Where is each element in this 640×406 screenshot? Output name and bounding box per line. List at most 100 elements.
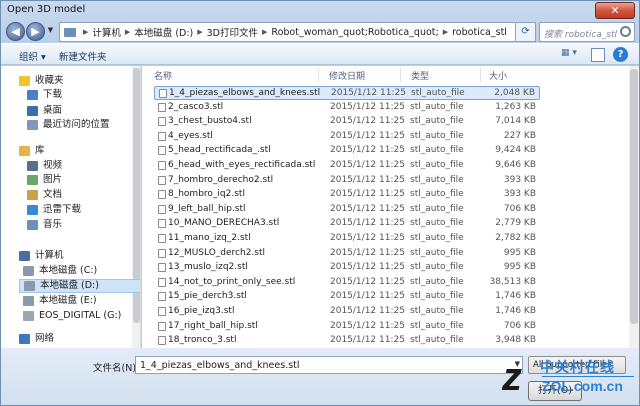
nav-item[interactable]: 下载 (27, 88, 62, 102)
breadcrumb-item[interactable]: robotica_stl (452, 27, 507, 38)
breadcrumb-separator-icon[interactable]: ▶ (125, 28, 130, 36)
logo-english-text: ZOL.com.cn (542, 378, 623, 394)
new-folder-button[interactable]: 新建文件夹 (59, 49, 107, 63)
download-folder-icon (27, 90, 38, 100)
file-name: 11_mano_izq_2.stl (168, 233, 251, 243)
nav-item[interactable]: 库 (19, 144, 45, 158)
breadcrumb-separator-icon[interactable]: ▶ (197, 28, 202, 36)
nav-item-label: 图片 (43, 174, 63, 185)
nav-item[interactable]: 音乐 (27, 218, 62, 232)
column-header-type[interactable]: 类型 (411, 69, 429, 82)
file-date: 2015/1/12 11:25 (330, 101, 405, 112)
file-row[interactable]: 6_head_with_eyes_rectificada.stl 2015/1/1… (154, 159, 540, 173)
nav-item[interactable]: 视频 (27, 159, 62, 173)
file-row[interactable]: 16_pie_izq3.stl 2015/1/12 11:25 stl_auto_f… (154, 305, 540, 319)
file-name: 7_hombro_derecho2.stl (168, 174, 274, 185)
stl-file-icon (158, 248, 166, 258)
nav-item[interactable]: 收藏夹 (19, 74, 64, 88)
file-row[interactable]: 18_tronco_3.stl 2015/1/12 11:25 stl_auto_f… (154, 334, 540, 348)
file-size: 7,014 KB (495, 116, 536, 127)
nav-item-label: 下载 (43, 89, 63, 100)
column-divider[interactable] (400, 68, 401, 82)
file-row[interactable]: 3_chest_busto4.stl 2015/1/12 11:25 stl_aut… (154, 115, 540, 129)
file-name: 16_pie_izq3.stl (168, 306, 235, 316)
nav-item[interactable]: 本地磁盘 (D:) (19, 279, 140, 293)
nav-item[interactable]: 本地磁盘 (E:) (23, 294, 97, 308)
nav-item[interactable]: 桌面 (27, 104, 62, 118)
refresh-icon[interactable]: ⟳ (516, 22, 536, 42)
disk-icon (23, 296, 34, 306)
file-size: 393 KB (503, 189, 536, 200)
file-row[interactable]: 8_hombro_iq2.stl 2015/1/12 11:25 stl_auto_… (154, 188, 540, 202)
file-row[interactable]: 15_pie_derch3.stl 2015/1/12 11:25 stl_auto… (154, 290, 540, 304)
file-date: 2015/1/12 11:25 (330, 174, 405, 185)
column-divider[interactable] (480, 68, 481, 82)
stl-file-icon (158, 102, 166, 112)
file-row[interactable]: 7_hombro_derecho2.stl 2015/1/12 11:25 stl_… (154, 174, 540, 188)
file-row[interactable]: 17_right_ball_hip.stl 2015/1/12 11:25 stl_… (154, 320, 540, 334)
file-row[interactable]: 2_casco3.stl 2015/1/12 11:25 stl_auto_file… (154, 101, 540, 115)
breadcrumb-item[interactable]: Robot_woman_quot;Robotica_quot; (271, 27, 438, 38)
column-header-date[interactable]: 修改日期 (329, 69, 365, 82)
file-row[interactable]: 4_eyes.stl 2015/1/12 11:25 stl_auto_file 22… (154, 130, 540, 144)
file-type: stl_auto_file (410, 145, 464, 156)
navigation-pane: 收藏夹 下载 桌面 最近访问的位置库视频 图片 文档 迅雷下载 音乐 计算机 本地磁盘 (C:) 本… (1, 66, 141, 348)
file-size: 995 KB (503, 247, 536, 258)
nav-item[interactable]: 最近访问的位置 (27, 118, 110, 132)
file-row[interactable]: 9_left_ball_hip.stl 2015/1/12 11:25 stl_au… (154, 203, 540, 217)
nav-item[interactable]: EOS_DIGITAL (G:) (23, 309, 121, 323)
breadcrumb-item[interactable]: 计算机 (92, 25, 121, 39)
nav-item-label: 文档 (43, 189, 63, 200)
title-bar[interactable]: Open 3D model ✕ (1, 1, 639, 21)
preview-pane-icon[interactable] (591, 48, 605, 62)
stl-file-icon (158, 263, 166, 273)
list-scroll-thumb[interactable] (630, 69, 638, 324)
change-view-icon[interactable]: ▦ ▾ (561, 48, 585, 62)
file-date: 2015/1/12 11:25 (330, 130, 405, 141)
file-row[interactable]: 14_not_to_print_only_see.stl 2015/1/12 11… (154, 276, 540, 290)
file-row[interactable]: 5_head_rectificada_.stl 2015/1/12 11:25 st… (154, 144, 540, 158)
file-row[interactable]: 13_muslo_izq2.stl 2015/1/12 11:25 stl_auto… (154, 261, 540, 275)
search-input[interactable]: 搜索 robotica_stl (539, 22, 635, 42)
nav-item[interactable]: 本地磁盘 (C:) (23, 264, 97, 278)
file-row[interactable]: 11_mano_izq_2.stl 2015/1/12 11:25 stl_auto… (154, 232, 540, 246)
file-row[interactable]: 12_MUSLO_derch2.stl 2015/1/12 11:25 stl_au… (154, 247, 540, 261)
file-name: 12_MUSLO_derch2.stl (168, 247, 266, 258)
nav-item[interactable]: 网络 (19, 332, 54, 346)
filename-value: 1_4_piezas_elbows_and_knees.stl (140, 360, 300, 371)
disk-icon (23, 266, 34, 276)
breadcrumb-separator-icon[interactable]: ▶ (443, 28, 448, 36)
history-dropdown-icon[interactable]: ▼ (46, 26, 55, 36)
column-header-size[interactable]: 大小 (489, 69, 507, 82)
nav-item[interactable]: 计算机 (19, 249, 64, 263)
organize-button[interactable]: 组织 ▾ (19, 49, 46, 63)
file-type: stl_auto_file (410, 233, 464, 243)
list-scrollbar[interactable] (629, 66, 639, 348)
nav-item[interactable]: 迅雷下载 (27, 203, 81, 217)
nav-scrollbar[interactable] (132, 66, 140, 348)
help-button[interactable]: ? (613, 47, 628, 62)
close-button[interactable]: ✕ (595, 2, 635, 19)
breadcrumb-separator-icon[interactable]: ▶ (262, 28, 267, 36)
address-bar[interactable]: ▶ 计算机 ▶ 本地磁盘 (D:) ▶ 3D打印文件 ▶ Robot_woman_quot;R… (59, 22, 516, 42)
column-header-name[interactable]: 名称 (154, 69, 172, 82)
breadcrumb-separator-icon[interactable]: ▶ (83, 28, 88, 36)
file-date: 2015/1/12 11:25 (330, 203, 405, 214)
file-size: 227 KB (503, 130, 536, 141)
file-type: stl_auto_file (410, 291, 464, 302)
forward-button[interactable]: ▶ (26, 22, 45, 41)
nav-item[interactable]: 图片 (27, 173, 62, 187)
file-name: 5_head_rectificada_.stl (168, 145, 271, 156)
back-button[interactable]: ◀ (6, 22, 25, 41)
breadcrumb-item[interactable]: 3D打印文件 (207, 25, 258, 39)
column-divider[interactable] (318, 68, 319, 82)
breadcrumb-item[interactable]: 本地磁盘 (D:) (134, 25, 193, 39)
filename-input[interactable]: 1_4_piezas_elbows_and_knees.stl ▼ (135, 356, 523, 374)
file-row[interactable]: 10_MANO_DERECHA3.stl 2015/1/12 11:25 stl_a… (154, 217, 540, 231)
nav-item[interactable]: 文档 (27, 188, 62, 202)
file-row[interactable]: 1_4_piezas_elbows_and_knees.stl 2015/1/12… (154, 86, 540, 100)
file-name: 18_tronco_3.stl (168, 335, 237, 346)
file-size: 995 KB (503, 262, 536, 273)
picture-icon (27, 175, 38, 185)
star-icon (19, 76, 30, 86)
